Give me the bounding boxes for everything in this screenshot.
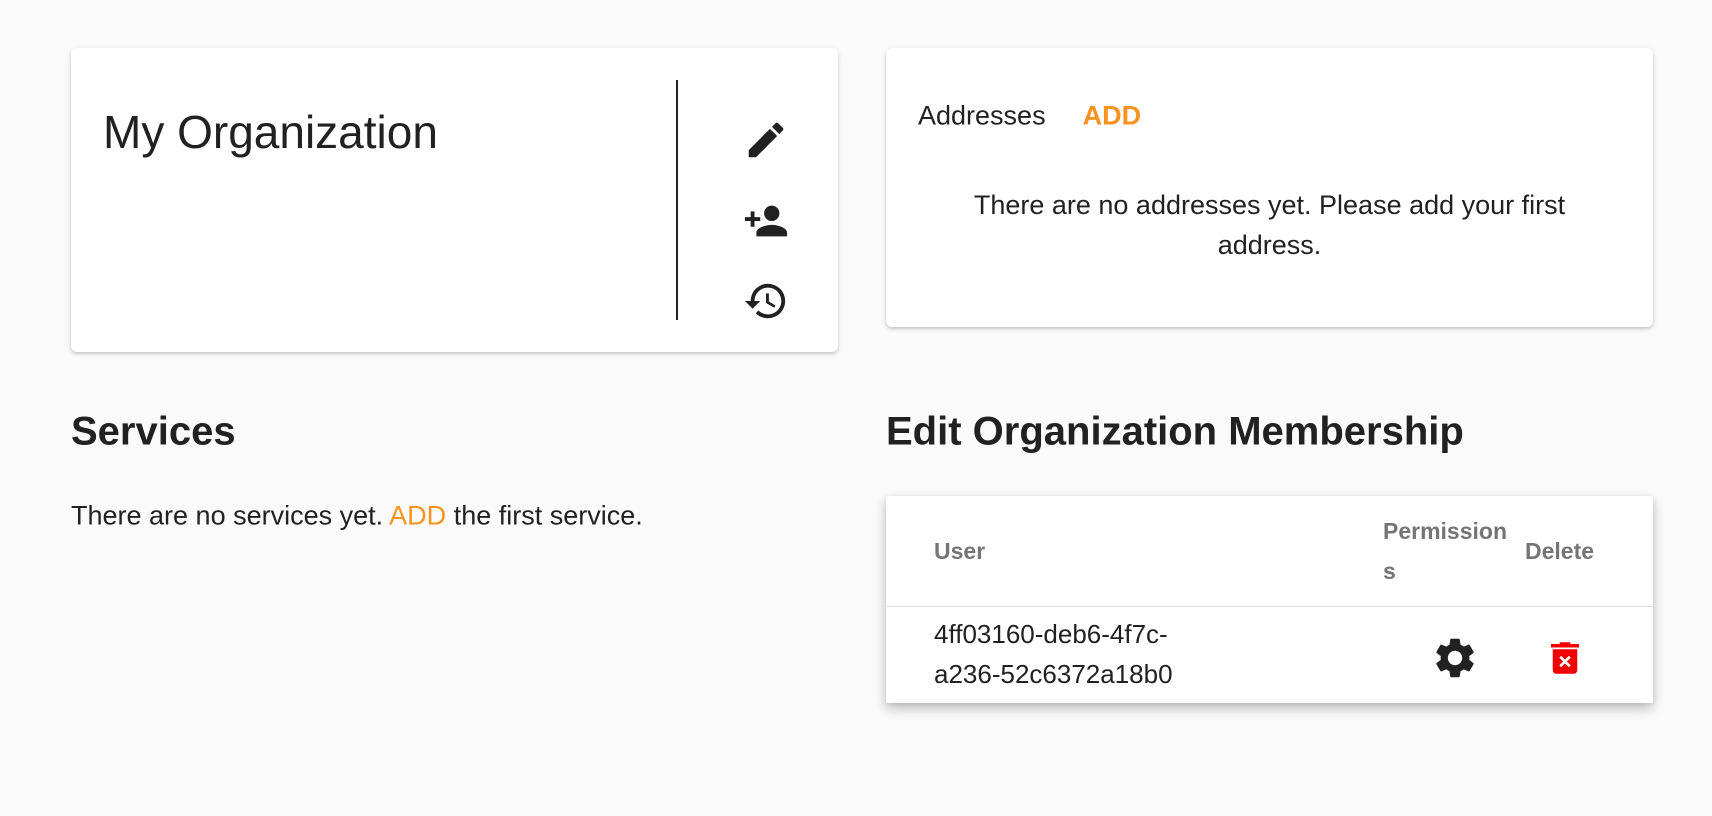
- history-icon: [744, 283, 786, 319]
- organization-card: My Organization: [71, 48, 838, 352]
- addresses-card: Addresses ADD There are no addresses yet…: [886, 48, 1653, 327]
- member-permissions-button[interactable]: [1427, 630, 1483, 686]
- services-title: Services: [71, 409, 236, 454]
- edit-organization-button[interactable]: [738, 112, 794, 168]
- services-empty-message: There are no services yet. ADD the first…: [71, 501, 643, 532]
- pencil-icon: [748, 122, 784, 158]
- column-header-permissions: Permissions: [1383, 518, 1507, 584]
- trash-icon: [1551, 642, 1579, 674]
- history-button[interactable]: [738, 273, 794, 329]
- column-header-user: User: [934, 538, 986, 564]
- person-add-icon: [744, 205, 788, 237]
- addresses-label: Addresses: [918, 100, 1046, 131]
- add-member-button[interactable]: [738, 193, 794, 249]
- column-header-delete: Delete: [1525, 538, 1595, 564]
- add-address-button[interactable]: ADD: [1083, 101, 1142, 132]
- add-service-link[interactable]: ADD: [389, 501, 446, 531]
- services-empty-suffix: the first service.: [453, 500, 643, 531]
- header-divider: [886, 606, 1653, 607]
- membership-title: Edit Organization Membership: [886, 409, 1464, 454]
- membership-table: User Permissions Delete 4ff03160-deb6-4f…: [886, 496, 1653, 703]
- page: My Organization Addresses ADD There are …: [0, 0, 1712, 816]
- member-delete-button[interactable]: [1537, 630, 1593, 686]
- member-user-id: 4ff03160-deb6-4f7c-a236-52c6372a18b0: [934, 619, 1173, 689]
- vertical-divider: [676, 80, 678, 320]
- services-empty-prefix: There are no services yet.: [71, 500, 384, 531]
- addresses-header: Addresses ADD: [918, 101, 1141, 132]
- addresses-empty-message: There are no addresses yet. Please add y…: [973, 190, 1566, 260]
- gear-icon: [1436, 638, 1474, 678]
- organization-name: My Organization: [103, 106, 438, 158]
